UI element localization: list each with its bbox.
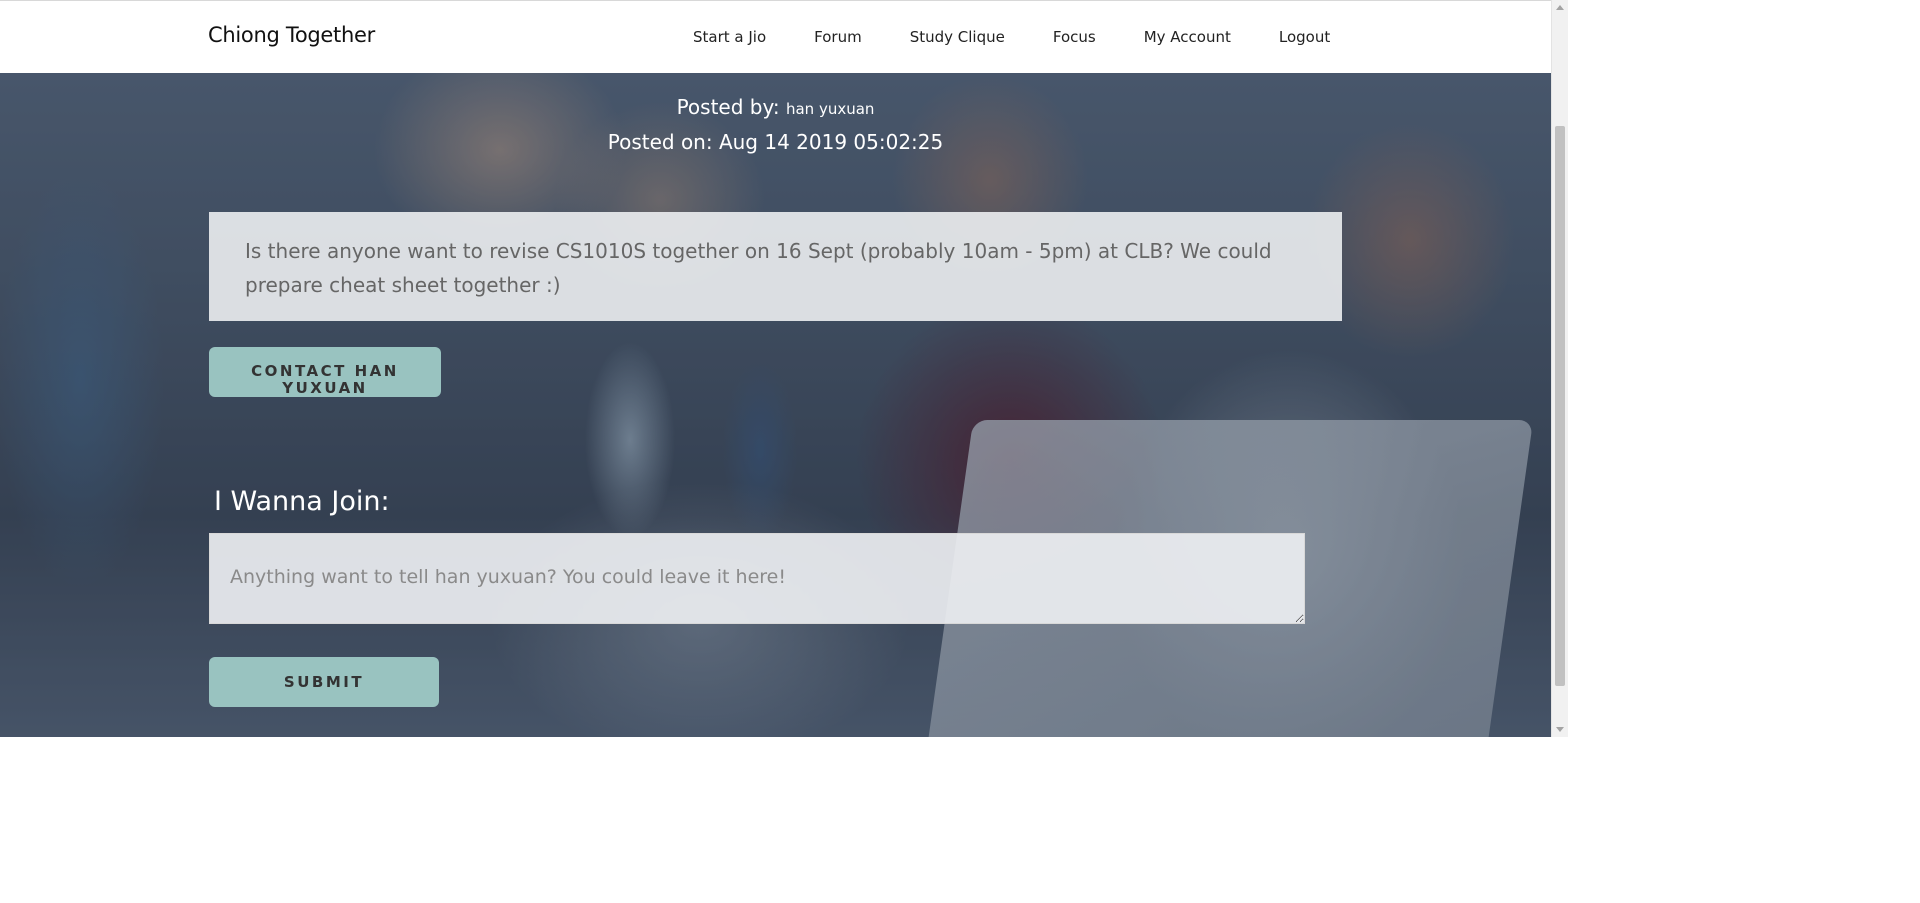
scroll-up-icon[interactable] bbox=[1556, 5, 1564, 10]
nav-my-account[interactable]: My Account bbox=[1144, 28, 1231, 46]
nav-focus[interactable]: Focus bbox=[1053, 28, 1096, 46]
navbar: Chiong Together Start a Jio Forum Study … bbox=[0, 0, 1551, 73]
nav-start-a-jio[interactable]: Start a Jio bbox=[693, 28, 766, 46]
scroll-thumb[interactable] bbox=[1555, 126, 1565, 686]
posted-on: Posted on: Aug 14 2019 05:02:25 bbox=[607, 130, 944, 154]
nav-study-clique[interactable]: Study Clique bbox=[910, 28, 1005, 46]
page: Chiong Together Start a Jio Forum Study … bbox=[0, 0, 1568, 737]
submit-button[interactable]: SUBMIT bbox=[209, 657, 439, 707]
post-author: han yuxuan bbox=[785, 100, 875, 118]
nav-logout[interactable]: Logout bbox=[1279, 28, 1330, 46]
post-content: Is there anyone want to revise CS1010S t… bbox=[209, 212, 1342, 321]
brand-logo[interactable]: Chiong Together bbox=[208, 23, 375, 47]
nav-links: Start a Jio Forum Study Clique Focus My … bbox=[693, 28, 1330, 46]
posted-by: Posted by: han yuxuan bbox=[0, 95, 1551, 119]
scrollbar[interactable] bbox=[1551, 0, 1568, 737]
join-heading: I Wanna Join: bbox=[214, 486, 390, 517]
posted-by-label: Posted by: bbox=[676, 95, 780, 119]
join-message-input[interactable] bbox=[209, 533, 1305, 624]
contact-author-button[interactable]: CONTACT HAN YUXUAN bbox=[209, 347, 441, 397]
scroll-down-icon[interactable] bbox=[1556, 727, 1564, 732]
nav-forum[interactable]: Forum bbox=[814, 28, 862, 46]
